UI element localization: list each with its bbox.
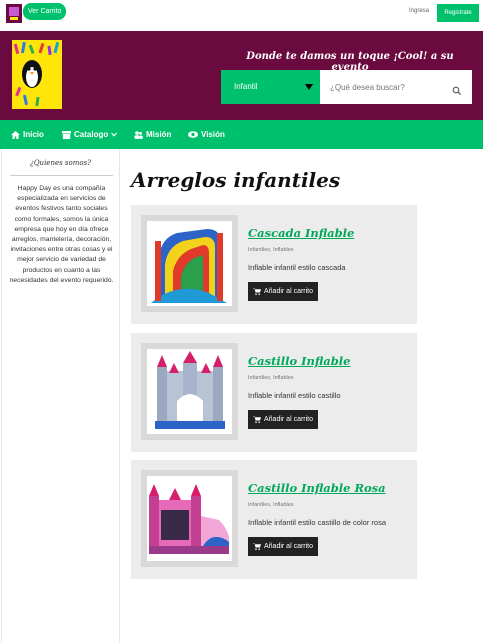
users-icon xyxy=(134,130,143,139)
add-to-cart-button[interactable]: Añadir al carrito xyxy=(248,282,319,301)
login-link[interactable]: Ingresa xyxy=(409,8,429,14)
search-icon[interactable] xyxy=(452,81,462,96)
product-name-link[interactable]: Castillo Inflable Rosa xyxy=(248,481,386,495)
main-nav: Inicio Catalogo Misión Visión xyxy=(0,120,483,149)
product-categories[interactable]: Infantiles, Inflables xyxy=(248,502,294,508)
add-to-cart-label: Añadir al carrito xyxy=(264,288,314,295)
catalog-icon xyxy=(62,130,71,139)
add-to-cart-label: Añadir al carrito xyxy=(264,543,314,550)
chevron-down-icon xyxy=(111,132,118,137)
caret-down-icon xyxy=(305,84,313,90)
product-name-link[interactable]: Cascada Inflable xyxy=(248,226,354,240)
page-title: Arreglos infantiles xyxy=(131,168,341,192)
home-icon xyxy=(11,130,20,139)
product-card: Castillo Inflable Rosa Infantiles, Infla… xyxy=(131,460,417,579)
view-cart-button[interactable]: Ver Carrito xyxy=(23,3,67,20)
cart-icon xyxy=(253,543,261,550)
product-description: Inflable infantil estilo castillo de col… xyxy=(248,518,386,527)
nav-item-vision[interactable]: Visión xyxy=(188,120,225,149)
category-select[interactable]: Infantil xyxy=(221,70,320,104)
category-select-value: Infantil xyxy=(234,82,258,91)
nav-label-mision: Misión xyxy=(146,130,172,139)
page-content: ¿Quienes somos? Happy Day es una compañí… xyxy=(0,149,483,643)
product-image-castillo-rosa[interactable] xyxy=(141,470,238,567)
nav-label-vision: Visión xyxy=(201,130,225,139)
about-divider xyxy=(10,175,113,176)
product-card: Castillo Inflable Infantiles, Inflables … xyxy=(131,333,417,452)
nav-item-mision[interactable]: Misión xyxy=(134,120,171,149)
add-to-cart-button[interactable]: Añadir al carrito xyxy=(248,537,319,556)
nav-label-inicio: Inicio xyxy=(23,130,44,139)
site-logo[interactable] xyxy=(12,40,62,109)
cart-logo-icon[interactable] xyxy=(6,4,22,23)
nav-item-catalogo[interactable]: Catalogo xyxy=(62,120,118,149)
add-to-cart-button[interactable]: Añadir al carrito xyxy=(248,410,319,429)
search-input[interactable] xyxy=(320,70,472,104)
product-name-link[interactable]: Castillo Inflable xyxy=(248,354,350,368)
product-categories[interactable]: Infantiles, Inflables xyxy=(248,375,294,381)
about-text: Happy Day es una compañía especializada … xyxy=(9,185,114,284)
cart-icon xyxy=(253,416,261,423)
eye-icon xyxy=(188,131,198,138)
about-sidebar: ¿Quienes somos? Happy Day es una compañí… xyxy=(1,149,120,643)
nav-item-inicio[interactable]: Inicio xyxy=(11,120,44,149)
site-header: Donde te damos un toque ¡Cool! a su even… xyxy=(0,31,483,120)
product-image-cascada[interactable] xyxy=(141,215,238,312)
cart-icon xyxy=(253,288,261,295)
top-bar: Ver Carrito Ingresa Registrate xyxy=(0,0,483,30)
product-description: Inflable infantil estilo castillo xyxy=(248,391,341,400)
nav-label-catalogo: Catalogo xyxy=(74,130,109,139)
product-card: Cascada Inflable Infantiles, Inflables I… xyxy=(131,205,417,324)
product-image-castillo[interactable] xyxy=(141,343,238,440)
register-button[interactable]: Registrate xyxy=(437,4,479,22)
about-title: ¿Quienes somos? xyxy=(30,159,91,167)
product-description: Inflable infantil estilo cascada xyxy=(248,263,346,272)
add-to-cart-label: Añadir al carrito xyxy=(264,416,314,423)
product-categories[interactable]: Infantiles, Inflables xyxy=(248,247,294,253)
